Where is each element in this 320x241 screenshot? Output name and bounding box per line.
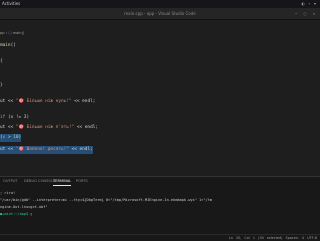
- tab-terminal[interactable]: TERMINAL: [53, 177, 72, 186]
- panel-tabs: OUTPUT DEBUG CONSOLE TERMINAL PORTS: [0, 177, 320, 186]
- code-line[interactable]: ut << "🎯 Більше ніж п'ять!" << endl;: [0, 124, 98, 132]
- terminal-line: ngine-Out-lnscgct.obf": [0, 205, 48, 209]
- terminal-cursor: ▯: [28, 212, 33, 216]
- code-token: ): [18, 135, 22, 140]
- system-tray-icons[interactable]: ◐ ⌁ ▾: [302, 0, 317, 8]
- activities-button[interactable]: Activities: [2, 0, 20, 8]
- code-line-selected[interactable]: ut << "🎯 Шалено! десять!" << endl;: [0, 146, 93, 154]
- window-title: main.cpp - app - Visual Studio Code: [124, 11, 196, 16]
- code-token: ut <<: [0, 147, 16, 152]
- function-icon: ⬡: [8, 31, 12, 35]
- code-token: "🎯 Більше ніж п'ять!": [15, 125, 75, 130]
- breadcrumb-symbol[interactable]: main(): [13, 31, 25, 35]
- bottom-panel: OUTPUT DEBUG CONSOLE TERMINAL PORTS ; гі…: [0, 176, 320, 235]
- code-token: << endl;: [74, 125, 99, 130]
- tab-debug-console[interactable]: DEBUG CONSOLE: [24, 177, 55, 186]
- tab-ports[interactable]: PORTS: [76, 177, 88, 186]
- code-token: (): [10, 43, 16, 48]
- code-line[interactable]: if (x != 3): [0, 114, 29, 122]
- code-token: {: [0, 59, 3, 64]
- code-token: "🎯 Більше ніж нуль!": [15, 99, 72, 104]
- breadcrumb: pp › ⬡ main(): [0, 30, 24, 37]
- code-token: ut <<: [0, 125, 16, 130]
- window-controls[interactable]: — ▢ ✕: [295, 11, 317, 16]
- code-token: << endl;: [68, 147, 93, 152]
- code-line[interactable]: ut << "🎯 Більше ніж нуль!" << endl;: [0, 98, 95, 106]
- code-token: "🎯 Шалено! десять!": [15, 147, 69, 152]
- system-top-bar: Activities ◐ ⌁ ▾: [0, 0, 320, 8]
- code-line-selected[interactable]: (x > 10): [0, 134, 22, 142]
- breadcrumb-file[interactable]: pp: [0, 31, 5, 35]
- status-right[interactable]: Ln 20, Col 1 (30 selected) Spaces: 4 UTF…: [229, 235, 317, 241]
- chevron-right-icon: ›: [5, 31, 8, 35]
- code-line[interactable]: }: [0, 82, 3, 90]
- code-token: main: [0, 43, 11, 48]
- code-editor[interactable]: pp › ⬡ main() main() { } ut << "🎯 Більше…: [0, 20, 320, 176]
- code-line[interactable]: main(): [0, 42, 16, 50]
- terminal-prompt: ●→mint:~/app$: [0, 212, 29, 216]
- code-token: << endl;: [71, 99, 96, 104]
- code-line[interactable]: {: [0, 58, 3, 66]
- tab-output[interactable]: OUTPUT: [3, 177, 18, 186]
- code-token: (x != 3): [5, 115, 30, 120]
- window-title-bar: main.cpp - app - Visual Studio Code — ▢ …: [0, 8, 320, 20]
- terminal-line: "/usr/bin/gdb" --interpreter=mi --tty=${…: [0, 198, 213, 202]
- code-token: }: [0, 83, 3, 88]
- terminal-prompt-line[interactable]: ●→mint:~/app$ ▯: [0, 211, 32, 217]
- terminal-line: ; гіто!: [0, 191, 16, 195]
- code-token: ut <<: [0, 99, 16, 104]
